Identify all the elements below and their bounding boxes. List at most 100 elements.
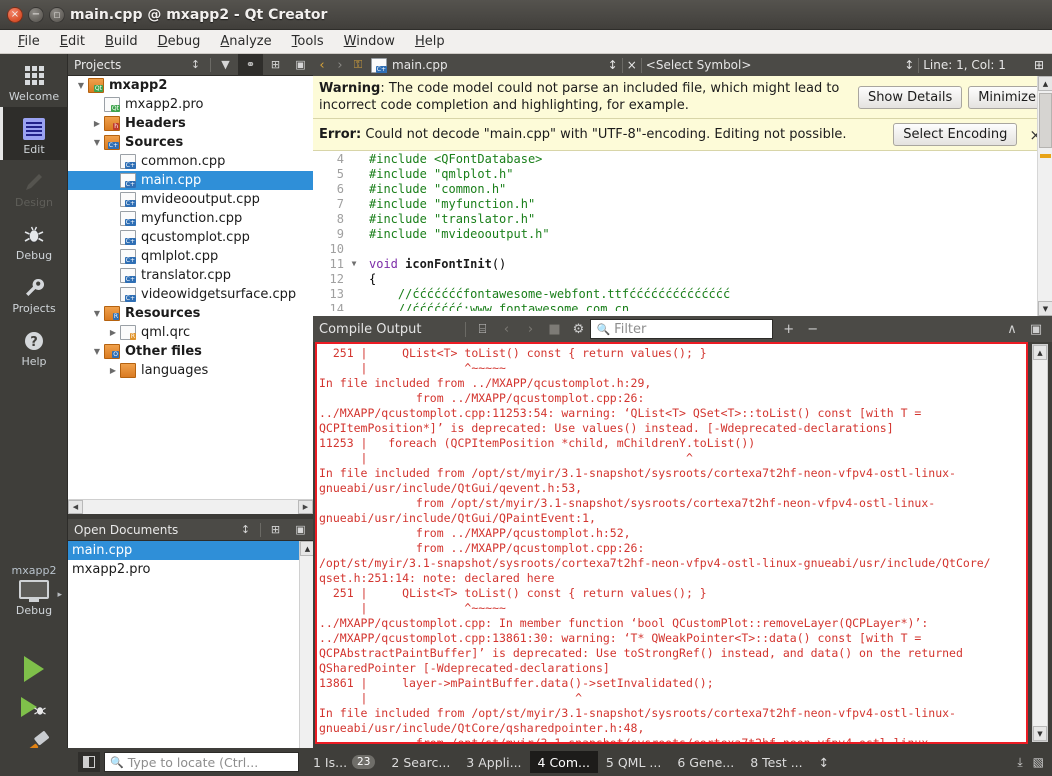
- close-pane-icon[interactable]: ▣: [1024, 317, 1048, 341]
- settings-gear-icon[interactable]: ⚙: [566, 317, 590, 341]
- project-tree-hscrollbar[interactable]: ◀ ▶: [68, 499, 313, 514]
- expander-icon[interactable]: ▼: [74, 81, 88, 90]
- open-documents-list[interactable]: main.cppmxapp2.pro: [68, 541, 313, 748]
- expander-icon[interactable]: ▶: [106, 328, 120, 337]
- symbol-selector[interactable]: <Select Symbol>: [646, 58, 752, 72]
- prev-item-icon[interactable]: ‹: [494, 317, 518, 341]
- tree-row[interactable]: common.cpp: [68, 152, 313, 171]
- output-tab[interactable]: 2 Searc...: [383, 751, 458, 773]
- scroll-up-icon[interactable]: ▲: [1038, 76, 1052, 91]
- output-tab[interactable]: 6 Gene...: [669, 751, 742, 773]
- tree-row[interactable]: ▼Other files: [68, 342, 313, 361]
- tree-row[interactable]: translator.cpp: [68, 266, 313, 285]
- menu-edit[interactable]: Edit: [50, 32, 95, 51]
- tree-row[interactable]: ▼Sources: [68, 133, 313, 152]
- split-icon[interactable]: ⊞: [263, 519, 288, 541]
- tree-row[interactable]: ▼mxapp2: [68, 76, 313, 95]
- minimize-window-button[interactable]: −: [28, 7, 44, 23]
- run-button[interactable]: [0, 650, 68, 688]
- clear-icon[interactable]: ⌸: [470, 317, 494, 341]
- tree-row[interactable]: videowidgetsurface.cpp: [68, 285, 313, 304]
- maximize-pane-icon[interactable]: ∧: [1000, 317, 1024, 341]
- tree-row[interactable]: ▶languages: [68, 361, 313, 380]
- zoom-in-button[interactable]: +: [777, 317, 801, 341]
- tree-row[interactable]: qmlplot.cpp: [68, 247, 313, 266]
- tree-row[interactable]: main.cpp: [68, 171, 313, 190]
- menu-tools[interactable]: Tools: [282, 32, 334, 51]
- editor-vscrollbar[interactable]: ▲ ▼: [1037, 76, 1052, 316]
- sidebar-toggle-icon[interactable]: ▧: [1033, 755, 1044, 769]
- menu-help[interactable]: Help: [405, 32, 455, 51]
- minimize-button[interactable]: Minimize: [968, 86, 1046, 109]
- filter-input[interactable]: 🔍 Filter: [590, 319, 772, 339]
- close-panel-icon[interactable]: ▣: [288, 519, 313, 541]
- mode-debug[interactable]: Debug: [0, 213, 68, 266]
- sync-icon[interactable]: ↕: [233, 519, 258, 541]
- compile-output-scrollbar[interactable]: ▲ ▼: [1032, 344, 1048, 742]
- start-debugging-button[interactable]: [0, 688, 68, 726]
- fold-marker-icon[interactable]: ▼: [347, 259, 361, 268]
- menu-window[interactable]: Window: [334, 32, 405, 51]
- split-editor-icon[interactable]: ⊞: [1034, 58, 1044, 72]
- scroll-down-icon[interactable]: ▼: [1038, 301, 1052, 316]
- compile-output-text[interactable]: 251 | QList<T> toList() const { return v…: [315, 342, 1028, 744]
- output-tabs-more-icon[interactable]: ↕: [811, 751, 837, 773]
- zoom-out-button[interactable]: −: [801, 317, 825, 341]
- mode-projects[interactable]: Projects: [0, 266, 68, 319]
- select-encoding-button[interactable]: Select Encoding: [893, 123, 1017, 146]
- mode-help[interactable]: ?Help: [0, 319, 68, 372]
- sync-icon[interactable]: ↕: [183, 54, 208, 76]
- go-forward-icon[interactable]: ›: [331, 58, 349, 73]
- locator-input[interactable]: 🔍 Type to locate (Ctrl...: [104, 752, 299, 772]
- scroll-left-icon[interactable]: ◀: [68, 500, 83, 514]
- open-document-item[interactable]: main.cpp: [68, 541, 313, 560]
- expander-icon[interactable]: ▶: [90, 119, 104, 128]
- expander-icon[interactable]: ▼: [90, 138, 104, 147]
- output-tab[interactable]: 1 Is...23: [305, 751, 383, 773]
- sidebar-toggle-button[interactable]: [78, 752, 100, 772]
- close-document-icon[interactable]: ×: [627, 58, 637, 72]
- filter-icon[interactable]: ▼: [213, 54, 238, 76]
- go-back-icon[interactable]: ‹: [313, 58, 331, 73]
- menu-build[interactable]: Build: [95, 32, 148, 51]
- close-window-button[interactable]: ×: [7, 7, 23, 23]
- open-documents-scrollbar[interactable]: ▲: [299, 541, 313, 748]
- tree-row[interactable]: myfunction.cpp: [68, 209, 313, 228]
- tree-row[interactable]: mvideooutput.cpp: [68, 190, 313, 209]
- progress-details-icon[interactable]: ⤓: [1017, 755, 1022, 770]
- mode-edit[interactable]: Edit: [0, 107, 68, 160]
- menu-analyze[interactable]: Analyze: [210, 32, 281, 51]
- output-tab[interactable]: 8 Test ...: [742, 751, 810, 773]
- link-icon[interactable]: ⚭: [238, 54, 263, 76]
- tree-row[interactable]: ▶qml.qrc: [68, 323, 313, 342]
- scroll-down-icon[interactable]: ▼: [1033, 726, 1047, 741]
- expander-icon[interactable]: ▶: [106, 366, 120, 375]
- scroll-up-icon[interactable]: ▲: [1033, 345, 1047, 360]
- expander-icon[interactable]: ▼: [90, 309, 104, 318]
- menu-debug[interactable]: Debug: [148, 32, 211, 51]
- tree-row[interactable]: qcustomplot.cpp: [68, 228, 313, 247]
- tree-row[interactable]: ▶Headers: [68, 114, 313, 133]
- stop-icon[interactable]: ■: [542, 317, 566, 341]
- output-tab[interactable]: 4 Com...: [530, 751, 598, 773]
- mode-welcome[interactable]: Welcome: [0, 54, 68, 107]
- tree-row[interactable]: mxapp2.pro: [68, 95, 313, 114]
- editor-scroll-thumb[interactable]: [1039, 93, 1052, 148]
- output-tab[interactable]: 3 Appli...: [458, 751, 529, 773]
- file-dropdown-icon[interactable]: ↕: [608, 58, 618, 72]
- kit-selector[interactable]: mxapp2 ▸ Debug: [0, 560, 68, 650]
- show-details-button[interactable]: Show Details: [858, 86, 962, 109]
- symbol-dropdown-icon[interactable]: ↕: [904, 58, 914, 72]
- split-icon[interactable]: ⊞: [263, 54, 288, 76]
- close-panel-icon[interactable]: ▣: [288, 54, 313, 76]
- tree-row[interactable]: ▼Resources: [68, 304, 313, 323]
- open-document-item[interactable]: mxapp2.pro: [68, 560, 313, 579]
- lock-icon[interactable]: ⚿: [349, 58, 367, 72]
- code-area[interactable]: 4#include <QFontDatabase>5#include "qmlp…: [313, 151, 1052, 311]
- editor-filename[interactable]: main.cpp: [392, 58, 448, 72]
- output-tab[interactable]: 5 QML ...: [598, 751, 669, 773]
- scroll-right-icon[interactable]: ▶: [298, 500, 313, 514]
- expander-icon[interactable]: ▼: [90, 347, 104, 356]
- menu-file[interactable]: File: [8, 32, 50, 51]
- maximize-window-button[interactable]: □: [49, 7, 65, 23]
